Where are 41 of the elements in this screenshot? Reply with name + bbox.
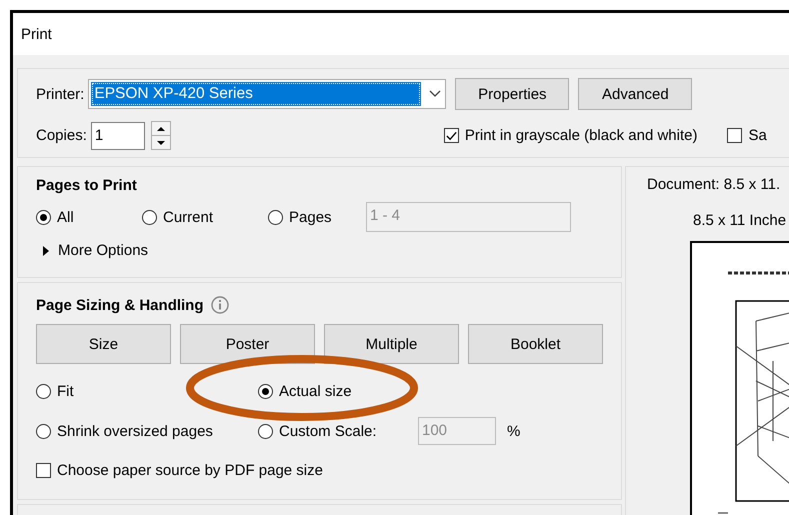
radio-button[interactable] (258, 384, 273, 399)
checkbox-label: Print in grayscale (black and white) (464, 127, 698, 144)
radio-label: Custom Scale: (279, 422, 377, 440)
checkbox[interactable] (36, 463, 51, 478)
radio-button[interactable] (36, 424, 51, 438)
radio-button[interactable] (36, 384, 51, 399)
caret-icon (429, 90, 442, 98)
document-size-label: Document: 8.5 x 11. (647, 176, 782, 193)
copies-label: Copies: (36, 127, 87, 144)
more-options-toggle[interactable]: More Options (42, 242, 148, 259)
radio-label: Fit (57, 383, 74, 400)
mode-button[interactable]: Size (36, 324, 171, 364)
radio-label: Current (163, 208, 214, 226)
info-icon[interactable] (210, 296, 229, 314)
dialog-button[interactable]: Properties (455, 78, 570, 110)
printer-label: Printer: (36, 86, 84, 102)
mode-button[interactable]: Multiple (324, 324, 459, 364)
mode-button[interactable]: Booklet (468, 324, 603, 364)
section-heading: Page Sizing & Handling (36, 296, 204, 314)
section-heading: Pages to Print (36, 177, 138, 194)
radio-button[interactable] (142, 210, 157, 224)
radio-label: Shrink oversized pages (57, 422, 213, 440)
radio-label: All (57, 208, 74, 226)
checkbox-label: Choose paper source by PDF page size (57, 462, 323, 479)
percent-label: % (506, 422, 522, 440)
paper-size-label: 8.5 x 11 Inche (693, 212, 788, 229)
radio-button[interactable] (268, 210, 283, 224)
checkbox-label: Sa (748, 127, 767, 144)
copies-spinner[interactable] (150, 121, 171, 150)
radio-label: Pages (289, 208, 332, 226)
dialog-button[interactable]: Advanced (578, 78, 692, 110)
checkbox[interactable] (727, 128, 742, 143)
radio-button[interactable] (258, 424, 273, 438)
radio-button[interactable] (36, 210, 51, 224)
radio-label: Actual size (279, 383, 352, 400)
checkbox[interactable] (444, 128, 459, 143)
copies-field[interactable]: 1 (90, 122, 145, 150)
printer-value: EPSON XP-420 Series (91, 82, 422, 106)
printer-dropdown[interactable]: EPSON XP-420 Series (88, 79, 446, 109)
window-title: Print (21, 26, 52, 42)
triangle-icon (42, 246, 50, 256)
